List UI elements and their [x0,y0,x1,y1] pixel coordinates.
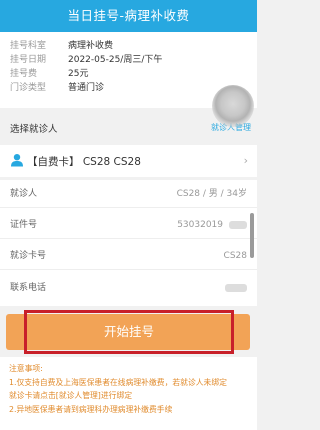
info-label: 挂号科室 [10,41,47,51]
detail-row-phone: 联系电话 [0,276,257,301]
info-row-fee: 挂号费 25元 [0,67,257,81]
note-line: 2.异地医保患者请到病理科办理病理补缴费手续 [9,404,173,414]
detail-value: CS28 / 男 / 34岁 [176,189,247,199]
chevron-right-icon: › [243,154,248,167]
info-label: 门诊类型 [10,83,47,93]
patient-card-selector[interactable]: 【自费卡】 CS28 CS28 › [0,145,257,177]
detail-label: 证件号 [10,220,38,230]
detail-value: 53032019 [177,220,223,230]
floating-assist-button[interactable] [212,85,254,127]
note-line: 就诊卡请点击[就诊人管理]进行绑定 [9,391,133,400]
info-label: 挂号费 [10,69,38,79]
info-value: 25元 [68,69,89,79]
info-value: 2022-05-25/周三/下午 [68,55,163,65]
scrollbar[interactable] [250,213,254,258]
start-registration-label[interactable]: 开始挂号 [24,310,234,354]
redacted-mark [227,213,247,238]
person-icon [11,154,23,167]
card-label: 【自费卡】 CS28 CS28 [27,156,141,168]
redacted-mark [223,276,247,301]
detail-row-id: 证件号 53032019 [0,213,257,239]
detail-value: CS28 [223,251,247,261]
info-label: 挂号日期 [10,55,47,65]
detail-label: 就诊人 [10,189,38,199]
detail-label: 就诊卡号 [10,251,47,261]
detail-row-patient: 就诊人 CS28 / 男 / 34岁 [0,182,257,208]
info-row-date: 挂号日期 2022-05-25/周三/下午 [0,53,257,67]
section-title: 选择就诊人 [10,124,58,135]
detail-label: 联系电话 [10,283,47,293]
notes-panel: 注意事项: 1.仅支持自费及上海医保患者在线病理补缴费，若就诊人未绑定 就诊卡请… [0,357,257,430]
notes-title: 注意事项: [9,364,43,373]
detail-row-card: 就诊卡号 CS28 [0,244,257,270]
info-value: 普通门诊 [68,83,105,93]
note-line: 1.仅支持自费及上海医保患者在线病理补缴费，若就诊人未绑定 [9,377,227,387]
patient-details: 就诊人 CS28 / 男 / 34岁 证件号 53032019 就诊卡号 CS2… [0,180,257,306]
info-row-department: 挂号科室 病理补收费 [0,39,257,53]
info-value: 病理补收费 [68,41,114,51]
page-title: 当日挂号-病理补收费 [0,0,257,32]
